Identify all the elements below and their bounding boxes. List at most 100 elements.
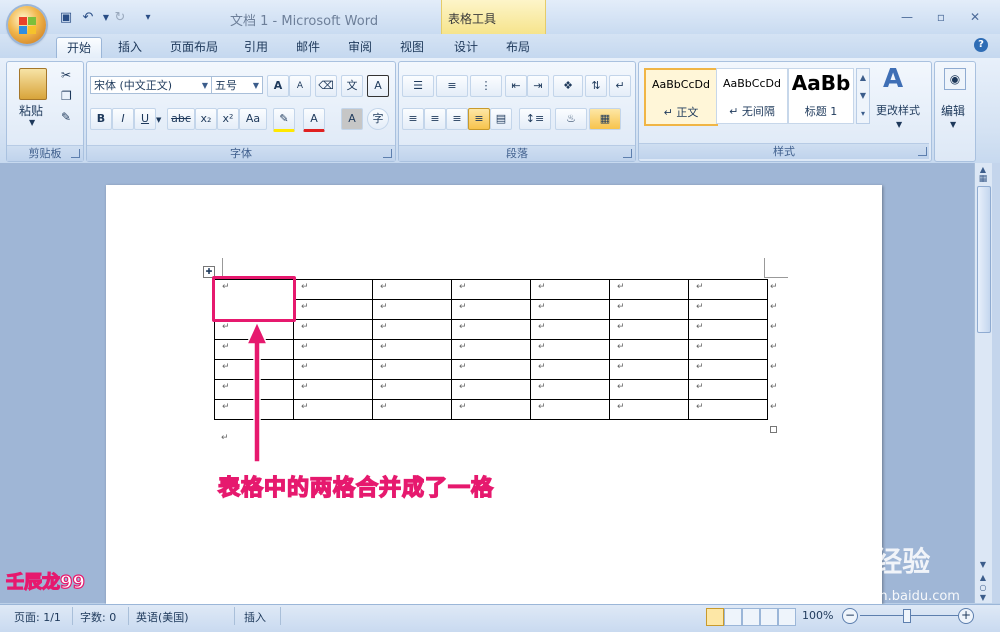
table-cell[interactable]: ↵ xyxy=(688,399,768,420)
borders-icon[interactable]: ▦ xyxy=(589,108,621,130)
style-no-spacing[interactable]: AaBbCcDd ↵ 无间隔 xyxy=(716,68,788,124)
table-cell[interactable]: ↵ xyxy=(372,399,452,420)
table-cell[interactable]: ↵ xyxy=(293,279,373,300)
zoom-level[interactable]: 100% xyxy=(802,609,833,622)
table-cell[interactable]: ↵ xyxy=(688,319,768,340)
superscript-button[interactable]: x² xyxy=(217,108,239,130)
clipboard-launcher-icon[interactable] xyxy=(71,149,80,158)
table-cell[interactable]: ↵ xyxy=(530,339,610,360)
tab-view[interactable]: 视图 xyxy=(392,37,432,58)
change-styles-icon[interactable]: A xyxy=(883,64,903,94)
paste-icon[interactable] xyxy=(19,68,47,100)
table-cell[interactable]: ↵ xyxy=(688,299,768,320)
status-page[interactable]: 页面: 1/1 xyxy=(14,609,61,625)
tab-table-design[interactable]: 设计 xyxy=(446,37,486,58)
char-border-button[interactable]: A xyxy=(367,75,389,97)
editing-label[interactable]: 编辑 xyxy=(941,102,965,119)
grow-font-button[interactable]: A xyxy=(267,75,289,97)
paste-dropdown-icon[interactable]: ▼ xyxy=(29,118,35,127)
table-cell[interactable]: ↵ xyxy=(293,379,373,400)
table-cell[interactable]: ↵ xyxy=(530,279,610,300)
prev-page-icon[interactable]: ▲ xyxy=(977,573,989,582)
align-center-icon[interactable]: ≡ xyxy=(424,108,446,130)
subscript-button[interactable]: x₂ xyxy=(195,108,217,130)
styles-launcher-icon[interactable] xyxy=(918,147,927,156)
table-cell[interactable]: ↵ xyxy=(451,379,531,400)
copy-icon[interactable]: ❐ xyxy=(61,89,72,103)
table-cell[interactable]: ↵ xyxy=(293,339,373,360)
status-insert-mode[interactable]: 插入 xyxy=(244,609,266,625)
numbering-icon[interactable]: ≡ xyxy=(436,75,468,97)
tab-home[interactable]: 开始 xyxy=(56,37,102,59)
table-cell[interactable]: ↵ xyxy=(372,299,452,320)
customize-icon[interactable]: ▾ xyxy=(140,10,156,26)
tab-table-layout[interactable]: 布局 xyxy=(498,37,538,58)
table-cell[interactable]: ↵ xyxy=(293,299,373,320)
scroll-down-icon[interactable]: ▼ xyxy=(977,560,989,569)
document-table[interactable]: ↵ ↵ ↵ ↵ ↵ ↵ ↵ ↵ ↵ ↵ ↵ ↵ ↵ ↵ ↵ ↵ ↵ ↵ ↵ ↵ ↵ ↵ ↵ ↵ ↵ ↵ ↵ ↵ ↵ ↵ ↵ ↵ ↵ ↵ ↵ ↵ ↵ ↵ ↵ ↵… xyxy=(214,279,779,420)
restore-icon[interactable]: ▫ xyxy=(930,10,952,24)
justify-icon[interactable]: ≡ xyxy=(468,108,490,130)
close-icon[interactable]: ✕ xyxy=(964,10,986,24)
full-screen-reading-view-icon[interactable] xyxy=(724,608,742,626)
line-spacing-icon[interactable]: ↕≡ xyxy=(519,108,551,130)
table-cell[interactable]: ↵ xyxy=(451,299,531,320)
cut-icon[interactable]: ✂ xyxy=(61,68,71,82)
table-cell[interactable]: ↵ xyxy=(530,319,610,340)
table-cell[interactable]: ↵ xyxy=(451,319,531,340)
chinese-layout-icon[interactable]: ❖ xyxy=(553,75,583,97)
table-cell[interactable]: ↵ xyxy=(688,379,768,400)
status-word-count[interactable]: 字数: 0 xyxy=(80,609,116,625)
table-cell[interactable]: ↵ xyxy=(451,399,531,420)
select-browse-object-icon[interactable]: ○ xyxy=(977,583,989,592)
table-cell[interactable]: ↵ xyxy=(609,279,689,300)
draft-view-icon[interactable] xyxy=(778,608,796,626)
table-cell[interactable]: ↵ xyxy=(530,379,610,400)
increase-indent-icon[interactable]: ⇥ xyxy=(527,75,549,97)
italic-button[interactable]: I xyxy=(112,108,134,130)
table-cell[interactable]: ↵ xyxy=(451,279,531,300)
help-icon[interactable]: ? xyxy=(974,38,988,52)
style-heading-1[interactable]: AaBb 标题 1 xyxy=(788,68,854,124)
zoom-slider-thumb[interactable] xyxy=(903,609,911,623)
underline-dropdown-icon[interactable]: ▼ xyxy=(156,116,161,124)
tab-mailings[interactable]: 邮件 xyxy=(288,37,328,58)
table-resize-handle-icon[interactable] xyxy=(770,426,777,433)
paste-label[interactable]: 粘贴 xyxy=(19,102,43,119)
table-cell[interactable]: ↵ xyxy=(293,319,373,340)
table-cell[interactable]: ↵ xyxy=(530,399,610,420)
web-layout-view-icon[interactable] xyxy=(742,608,760,626)
ruler-toggle-icon[interactable]: ▦ xyxy=(977,174,989,184)
change-case-button[interactable]: Aa xyxy=(239,108,267,130)
font-color-icon[interactable]: A xyxy=(303,108,325,132)
minimize-icon[interactable]: — xyxy=(896,10,918,24)
zoom-in-icon[interactable]: + xyxy=(958,608,974,624)
table-cell[interactable]: ↵ xyxy=(609,359,689,380)
zoom-out-icon[interactable]: − xyxy=(842,608,858,624)
binoculars-icon[interactable]: ◉ xyxy=(944,68,966,90)
save-icon[interactable]: ▣ xyxy=(58,10,74,26)
office-button[interactable] xyxy=(8,6,46,44)
table-cell[interactable]: ↵ xyxy=(372,379,452,400)
table-cell[interactable]: ↵ xyxy=(372,359,452,380)
table-cell[interactable]: ↵ xyxy=(609,299,689,320)
style-normal[interactable]: AaBbCcDd ↵ 正文 xyxy=(644,68,718,126)
table-cell[interactable]: ↵ xyxy=(688,359,768,380)
tab-insert[interactable]: 插入 xyxy=(108,37,152,58)
align-right-icon[interactable]: ≡ xyxy=(446,108,468,130)
table-cell[interactable]: ↵ xyxy=(530,299,610,320)
strikethrough-button[interactable]: abc xyxy=(167,108,195,130)
table-cell[interactable]: ↵ xyxy=(293,359,373,380)
styles-gallery-scroll[interactable]: ▲ ▼ ▾ xyxy=(856,68,870,124)
tab-page-layout[interactable]: 页面布局 xyxy=(162,37,226,58)
bold-button[interactable]: B xyxy=(90,108,112,130)
enclose-char-button[interactable]: 字 xyxy=(367,108,389,130)
chevron-down-icon[interactable]: ▼ xyxy=(950,120,956,129)
underline-button[interactable]: U xyxy=(134,108,156,130)
print-layout-view-icon[interactable] xyxy=(706,608,724,626)
table-cell[interactable]: ↵ xyxy=(609,399,689,420)
table-cell[interactable]: ↵ xyxy=(451,339,531,360)
align-left-icon[interactable]: ≡ xyxy=(402,108,424,130)
status-language[interactable]: 英语(美国) xyxy=(136,609,189,625)
phonetic-guide-button[interactable]: 文 xyxy=(341,75,363,97)
